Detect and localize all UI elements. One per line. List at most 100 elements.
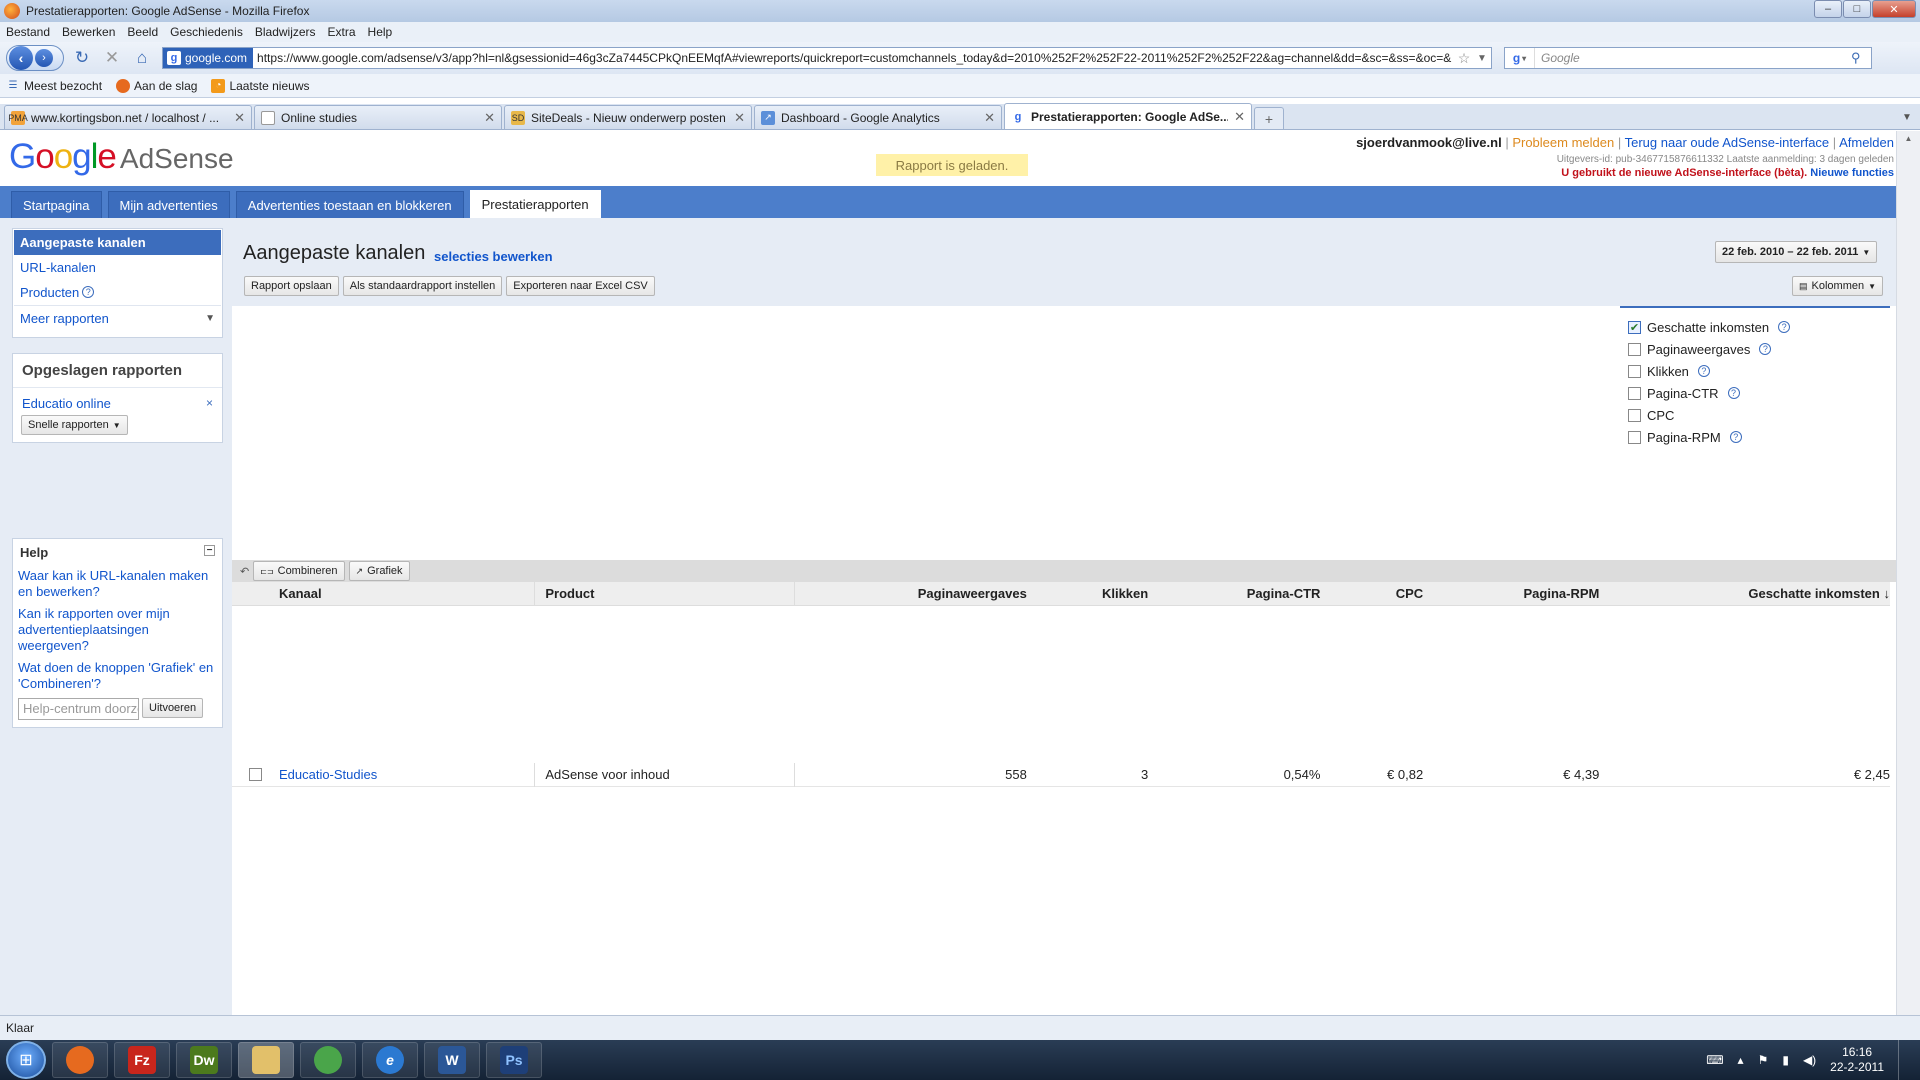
date-range-picker[interactable]: 22 feb. 2010 – 22 feb. 2011 ▼ — [1715, 241, 1878, 263]
tab-mijn-advertenties[interactable]: Mijn advertenties — [107, 191, 230, 218]
url-dropdown-icon[interactable]: ▼ — [1473, 53, 1491, 64]
help-link-url-kanalen[interactable]: Waar kan ik URL-kanalen maken en bewerke… — [18, 568, 217, 600]
taskbar-filezilla[interactable]: Fz — [114, 1042, 170, 1078]
metric-pagina-rpm[interactable]: Pagina-RPM? — [1620, 426, 1890, 448]
col-pagina-ctr[interactable]: Pagina-CTR — [1148, 582, 1321, 606]
row-checkbox[interactable] — [248, 768, 262, 781]
chart-button[interactable]: ↗ Grafiek — [348, 561, 410, 581]
checkbox[interactable] — [1628, 364, 1641, 378]
menu-beeld[interactable]: Beeld — [127, 25, 158, 39]
taskbar-ie[interactable]: e — [362, 1042, 418, 1078]
tab-kortingsbon[interactable]: PMA www.kortingsbon.net / localhost / ..… — [4, 105, 252, 129]
site-identity-button[interactable]: g google.com — [163, 48, 254, 68]
col-product[interactable]: Product — [534, 581, 794, 606]
checkbox[interactable] — [1628, 342, 1641, 356]
tab-prestatierapporten[interactable]: g Prestatierapporten: Google AdSe... ✕ — [1004, 103, 1252, 129]
home-icon[interactable]: ⌂ — [130, 46, 154, 70]
help-icon[interactable]: ? — [1778, 321, 1791, 333]
bookmark-aan-de-slag[interactable]: Aan de slag — [116, 78, 197, 93]
new-tab-button[interactable]: + — [1254, 107, 1284, 129]
help-search-input[interactable]: Help-centrum doorzoeken — [18, 698, 139, 720]
menu-help[interactable]: Help — [368, 25, 393, 39]
taskbar-photoshop[interactable]: Ps — [486, 1042, 542, 1078]
metric-paginaweergaves[interactable]: Paginaweergaves? — [1620, 338, 1890, 360]
checkbox[interactable] — [1628, 430, 1641, 444]
forward-arrow-icon[interactable]: › — [35, 49, 53, 67]
help-link-plaatsingen[interactable]: Kan ik rapporten over mijn advertentiepl… — [18, 606, 217, 654]
clock[interactable]: 16:16 22-2-2011 — [1830, 1045, 1884, 1075]
export-csv-button[interactable]: Exporteren naar Excel CSV — [506, 276, 655, 296]
metric-pagina-ctr[interactable]: Pagina-CTR? — [1620, 382, 1890, 404]
tab-list-icon[interactable]: ▼ — [1898, 108, 1916, 126]
reload-icon[interactable]: ↻ — [70, 46, 94, 70]
remove-icon[interactable]: × — [206, 396, 213, 411]
logout-link[interactable]: Afmelden — [1839, 135, 1894, 150]
undo-icon[interactable]: ↶ — [240, 565, 249, 578]
close-button[interactable]: ✕ — [1872, 0, 1916, 18]
set-default-report-button[interactable]: Als standaardrapport instellen — [342, 276, 503, 296]
checkbox[interactable] — [1628, 408, 1641, 422]
tab-startpagina[interactable]: Startpagina — [11, 191, 102, 218]
nav-url-kanalen[interactable]: URL-kanalen — [14, 255, 221, 280]
adsense-logo[interactable]: Google AdSense — [9, 137, 234, 177]
collapse-icon[interactable]: − — [204, 545, 215, 556]
save-report-button[interactable]: Rapport opslaan — [244, 276, 339, 296]
channel-link[interactable]: Educatio-Studies — [279, 767, 377, 782]
checkbox-checked-icon[interactable]: ✔ — [1628, 320, 1641, 334]
taskbar-dreamweaver[interactable]: Dw — [176, 1042, 232, 1078]
col-klikken[interactable]: Klikken — [1027, 582, 1148, 606]
tab-sitedeals[interactable]: SD SiteDeals - Nieuw onderwerp posten ✕ — [504, 105, 752, 129]
keyboard-icon[interactable]: ⌨ — [1706, 1053, 1723, 1067]
bookmark-star-icon[interactable]: ☆ — [1455, 50, 1473, 67]
old-interface-link[interactable]: Terug naar oude AdSense-interface — [1625, 135, 1830, 150]
tab-close-icon[interactable]: ✕ — [984, 110, 995, 126]
bookmark-meest-bezocht[interactable]: ☰ Meest bezocht — [6, 79, 103, 93]
action-center-flag-icon[interactable]: ⚑ — [1758, 1053, 1769, 1067]
vertical-scrollbar[interactable]: ▲ — [1896, 131, 1920, 1015]
checkbox[interactable] — [1628, 386, 1641, 400]
tab-close-icon[interactable]: ✕ — [734, 110, 745, 126]
columns-button[interactable]: ▤ Kolommen ▼ — [1792, 276, 1884, 296]
help-icon[interactable]: ? — [1697, 365, 1710, 377]
search-bar[interactable]: g ▾ Google ⚲ — [1504, 47, 1872, 69]
saved-report-link[interactable]: Educatio online — [22, 396, 111, 411]
tab-close-icon[interactable]: ✕ — [234, 110, 245, 126]
menu-geschiedenis[interactable]: Geschiedenis — [170, 25, 243, 39]
help-icon[interactable]: ? — [1727, 387, 1740, 399]
col-paginaweergaves[interactable]: Paginaweergaves — [793, 581, 1027, 606]
tab-advertenties-toestaan[interactable]: Advertenties toestaan en blokkeren — [235, 191, 464, 218]
col-geschatte-inkomsten[interactable]: Geschatte inkomsten ↓ — [1599, 582, 1890, 606]
quick-reports-button[interactable]: Snelle rapporten ▼ — [21, 415, 128, 435]
col-pagina-rpm[interactable]: Pagina-RPM — [1423, 582, 1599, 606]
taskbar-explorer[interactable] — [238, 1042, 294, 1078]
menu-extra[interactable]: Extra — [328, 25, 356, 39]
show-desktop-button[interactable] — [1898, 1040, 1912, 1080]
tab-online-studies[interactable]: Online studies ✕ — [254, 105, 502, 129]
col-cpc[interactable]: CPC — [1320, 582, 1423, 606]
help-icon[interactable]: ? — [1729, 431, 1742, 443]
taskbar-messenger[interactable] — [300, 1042, 356, 1078]
report-problem-link[interactable]: Probleem melden — [1512, 135, 1614, 150]
search-icon[interactable]: ⚲ — [1851, 50, 1871, 66]
help-link-grafiek-combineren[interactable]: Wat doen de knoppen 'Grafiek' en 'Combin… — [18, 660, 217, 692]
help-icon[interactable]: ? — [1759, 343, 1772, 355]
tab-prestatierapporten-main[interactable]: Prestatierapporten — [469, 190, 601, 218]
show-hidden-icons-icon[interactable]: ▴ — [1738, 1053, 1744, 1067]
network-icon[interactable]: ▮ — [1782, 1053, 1789, 1067]
help-icon[interactable]: ? — [82, 286, 95, 298]
edit-selections-link[interactable]: selecties bewerken — [434, 249, 553, 264]
menu-bladwijzers[interactable]: Bladwijzers — [255, 25, 316, 39]
taskbar-word[interactable]: W — [424, 1042, 480, 1078]
scroll-up-icon[interactable]: ▲ — [1897, 131, 1920, 147]
nav-meer-rapporten[interactable]: Meer rapporten ▼ — [14, 305, 221, 330]
start-button[interactable]: ⊞ — [6, 1041, 46, 1079]
search-engine-icon[interactable]: g ▾ — [1505, 48, 1535, 68]
search-input[interactable]: Google — [1535, 51, 1851, 65]
tab-close-icon[interactable]: ✕ — [1234, 109, 1245, 125]
nav-producten[interactable]: Producten? — [14, 280, 221, 305]
volume-icon[interactable]: ◀) — [1803, 1053, 1816, 1067]
menu-bestand[interactable]: Bestand — [6, 25, 50, 39]
tab-close-icon[interactable]: ✕ — [484, 110, 495, 126]
nav-aangepaste-kanalen[interactable]: Aangepaste kanalen — [14, 230, 221, 255]
back-arrow-icon[interactable]: ‹ — [9, 46, 33, 70]
